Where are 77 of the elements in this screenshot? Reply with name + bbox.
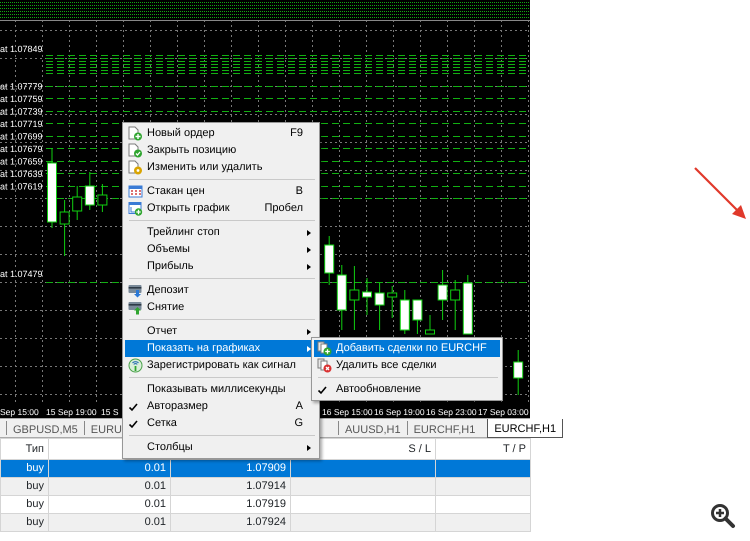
zoom-in-icon[interactable] <box>711 504 735 528</box>
table-row[interactable]: buy 0.01 1.07924 <box>0 514 530 532</box>
window-plus-icon <box>128 202 142 216</box>
table-cell: 1.07924 <box>170 514 290 532</box>
time-label: Sep 15:00 <box>0 407 39 417</box>
time-label: 16 Sep 23:00 <box>426 407 477 417</box>
table-cell: buy <box>0 514 48 532</box>
candlestick <box>438 270 448 320</box>
candlestick <box>72 186 82 220</box>
documents-delete-icon <box>318 358 332 372</box>
menu-item[interactable]: Удалить все сделки <box>314 357 500 374</box>
card-up-arrow-icon <box>128 302 142 314</box>
chart-tab[interactable]: EURCHF,H1 <box>487 419 564 438</box>
time-label: 15 S <box>101 407 118 417</box>
candlestick <box>425 314 435 334</box>
price-label: at 1.07699 <box>0 132 43 142</box>
candlestick <box>462 274 473 334</box>
price-label: at 1.07639 <box>0 169 43 179</box>
table-icon <box>128 186 142 198</box>
candlestick <box>324 236 334 286</box>
signal-icon <box>128 358 142 372</box>
table-row[interactable]: buy 0.01 1.07909 <box>0 460 530 478</box>
table-cell: buy <box>0 478 48 496</box>
menu-item[interactable]: Новый ордер F9 <box>125 125 317 142</box>
price-label: at 1.07479 <box>0 269 43 279</box>
candlestick <box>362 278 372 316</box>
candlestick <box>374 282 385 330</box>
time-label: 17 Sep 03:00 <box>478 407 529 417</box>
table-cell: 1.07914 <box>170 478 290 496</box>
price-label: at 1.07659 <box>0 156 43 166</box>
menu-item[interactable]: Трейлинг стоп <box>125 224 317 241</box>
menu-item[interactable]: Сетка G <box>125 415 317 432</box>
menu-item[interactable]: Изменить или удалить <box>125 159 317 176</box>
documents-plus-icon <box>318 342 332 356</box>
document-plus-icon <box>128 126 142 140</box>
candlestick <box>97 184 108 212</box>
table-cell: 0.01 <box>48 478 170 496</box>
price-label: at 1.07619 <box>0 182 43 192</box>
candlestick <box>336 264 347 330</box>
time-label: 15 Sep 19:00 <box>46 407 97 417</box>
menu-item[interactable]: Прибыль <box>125 258 317 275</box>
candlestick <box>412 300 422 334</box>
candlestick <box>387 286 398 318</box>
price-label: at 1.07849 <box>0 44 43 54</box>
candlestick <box>84 172 95 210</box>
menu-item[interactable]: Стакан цен B <box>125 183 317 200</box>
price-label: at 1.07759 <box>0 94 43 104</box>
price-label: at 1.07779 <box>0 82 43 92</box>
candlestick <box>349 266 360 330</box>
document-gear-icon <box>128 160 142 174</box>
candlestick <box>60 200 70 256</box>
menu-item[interactable]: Закрыть позицию <box>125 142 317 159</box>
menu-item[interactable]: Автообновление <box>314 381 500 398</box>
document-check-icon <box>128 144 142 158</box>
menu-item[interactable]: Открыть график Пробел <box>125 200 317 217</box>
table-row[interactable]: buy 0.01 1.07914 <box>0 478 530 496</box>
candlestick <box>450 280 460 330</box>
menu-item[interactable]: Авторазмер A <box>125 398 317 415</box>
price-label: at 1.07719 <box>0 119 43 129</box>
column-header[interactable]: Тип <box>0 438 48 460</box>
menu-item[interactable]: Объемы <box>125 241 317 258</box>
menu-item[interactable]: Снятие <box>125 299 317 316</box>
chart-tab[interactable]: EURCHF,H1 <box>406 421 482 435</box>
card-down-arrow-icon <box>128 285 142 298</box>
price-label: at 1.07739 <box>0 106 43 116</box>
table-cell: 0.01 <box>48 514 170 532</box>
candlestick <box>513 350 524 396</box>
candlestick <box>400 290 410 334</box>
menu-item[interactable]: Депозит <box>125 282 317 299</box>
chart-tab[interactable]: AUUSD,H1 <box>338 421 407 435</box>
arrow <box>694 167 746 219</box>
column-header[interactable]: T / P <box>436 438 530 460</box>
time-label: 16 Sep 19:00 <box>374 407 425 417</box>
menu-item[interactable]: Добавить сделки по EURCHF <box>314 340 500 357</box>
chart-tab[interactable]: GBPUSD,M5 <box>6 421 84 435</box>
price-label: at 1.07679 <box>0 144 43 154</box>
time-label: 16 Sep 15:00 <box>322 407 373 417</box>
